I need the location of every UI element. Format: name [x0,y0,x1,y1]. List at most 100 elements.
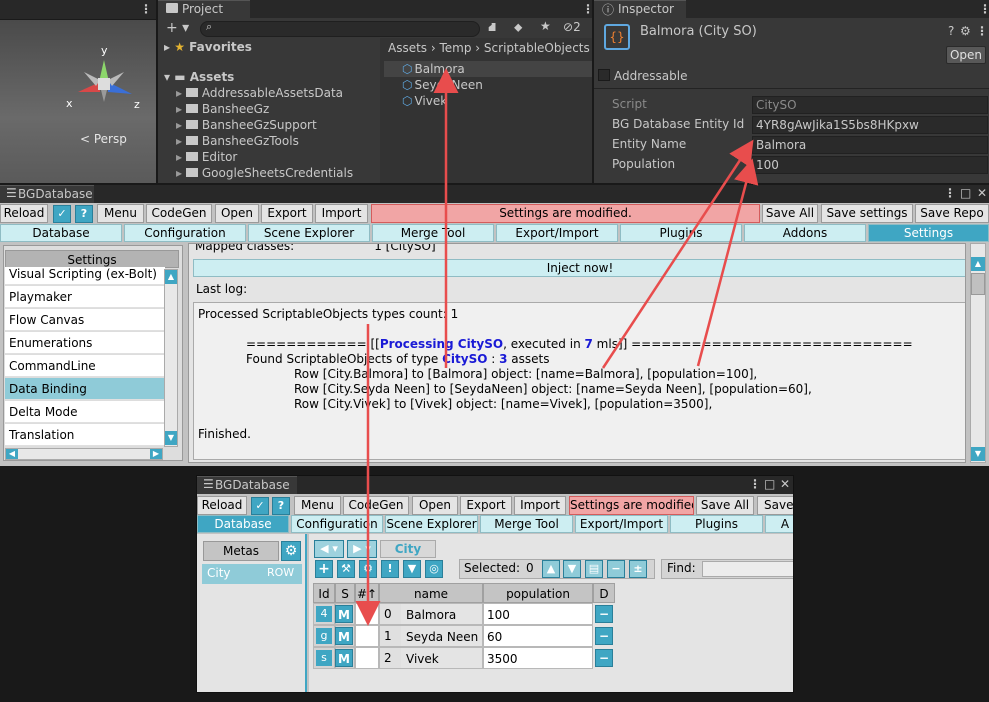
save-all-button[interactable]: Save All [762,204,818,223]
import-button[interactable]: Import [315,204,368,223]
delete-row-icon[interactable]: − [595,649,613,667]
expand-arrow-icon[interactable]: ▸ [176,102,186,116]
project-add-button[interactable]: + ▾ [166,20,189,36]
find-input[interactable] [702,561,793,577]
persp-label[interactable]: < Persp [80,132,127,146]
expand-arrow-icon[interactable]: ▸ [176,134,186,148]
export-button[interactable]: Export [460,496,512,515]
save-settings-button[interactable]: Save settings [821,204,913,223]
folder-item[interactable]: ▸ BansheeGzTools [176,134,299,148]
project-menu-icon[interactable]: ⋮ [582,2,594,16]
cog-icon[interactable]: ⚙ [359,560,377,578]
tab-plugins[interactable]: Plugins [670,515,763,533]
filter-type-icon[interactable]: ⛘ [488,20,496,36]
column-header[interactable]: name [379,583,483,603]
breadcrumb-temp[interactable]: Temp [440,41,472,55]
expand-arrow-icon[interactable]: ▸ [176,166,186,180]
move-up-icon[interactable]: ▲ [542,560,560,578]
row-s-cell[interactable] [355,625,379,647]
file-item[interactable]: ⬡ Vivek [402,94,447,108]
open-button[interactable]: Open [412,496,458,515]
breadcrumb-scriptableobjects[interactable]: ScriptableObjects [484,41,590,55]
import-button[interactable]: Import [514,496,566,515]
project-title[interactable]: Project [182,2,223,16]
help-icon[interactable]: ? [75,205,93,223]
metas-button[interactable]: Metas [203,541,279,561]
menu-button[interactable]: Menu [294,496,341,515]
plus-minus-icon[interactable]: ± [629,560,647,578]
target-icon[interactable]: ◎ [425,560,443,578]
save-button[interactable]: Save [757,496,793,515]
hidden-eye-icon[interactable]: ⊘2 [563,20,581,34]
tab-database[interactable]: Database [0,224,122,242]
close-icon[interactable]: ✕ [780,477,790,491]
more-icon[interactable]: ⋮ [976,24,988,38]
settings-icon[interactable]: ⚙ [960,24,971,38]
close-icon[interactable]: ✕ [977,186,987,200]
tab-addons[interactable]: Addons [744,224,866,242]
scroll-up-icon[interactable]: ▲ [165,270,177,284]
exclamation-icon[interactable]: ! [381,560,399,578]
project-search-input[interactable] [200,21,480,37]
codegen-button[interactable]: CodeGen [343,496,409,515]
row-name[interactable]: Seyda Neen [379,625,483,647]
addressable-checkbox[interactable] [598,69,610,81]
file-item[interactable]: ⬡ SeydaNeen [402,78,483,92]
folder-item[interactable]: ▸ BansheeGzSupport [176,118,317,132]
maximize-icon[interactable]: □ [764,477,775,491]
folder-item[interactable]: ▸ GoogleSheetsCredentials [176,166,353,180]
settings-list-vscrollbar[interactable] [164,269,178,447]
open-button[interactable]: Open [946,46,986,64]
tab-configuration[interactable]: Configuration [124,224,246,242]
move-down-icon[interactable]: ▼ [563,560,581,578]
expand-arrow-icon[interactable]: ▸ [176,150,186,164]
tab-database[interactable]: Database [197,515,289,533]
inspector-field-value[interactable]: 100 [752,156,988,174]
inspector-field-value[interactable]: Balmora [752,136,988,154]
copy-icon[interactable]: ▤ [585,560,603,578]
scroll-down-icon[interactable]: ▼ [971,447,985,461]
row-name[interactable]: Vivek [379,647,483,669]
favorites-item[interactable]: ▸ ★ Favorites [164,40,252,54]
breadcrumb-assets[interactable]: Assets [388,41,427,55]
settings-item[interactable]: Flow Canvas [5,309,165,331]
settings-item[interactable]: Delta Mode [5,401,165,423]
tab-merge-tool[interactable]: Merge Tool [480,515,573,533]
check-icon[interactable]: ✓ [251,497,269,515]
reload-button[interactable]: Reload [197,496,247,515]
row-m-button[interactable]: M [335,605,353,623]
settings-item[interactable]: Playmaker [5,286,165,308]
scroll-right-icon[interactable]: ▶ [150,449,162,459]
column-header[interactable]: Id [313,583,335,603]
export-button[interactable]: Export [261,204,313,223]
hammer-icon[interactable]: ⚒ [337,560,355,578]
row-id-badge[interactable]: 4 [316,606,332,622]
inspector-field-value[interactable]: 4YR8gAwJika1S5bs8HKpxw [752,116,988,134]
tab-a[interactable]: A [765,515,793,533]
check-icon[interactable]: ✓ [53,205,71,223]
column-header[interactable]: D [593,583,615,603]
folder-item[interactable]: ▸ Editor [176,150,237,164]
file-item[interactable]: ⬡ Balmora [402,62,465,76]
tab-scene-explorer[interactable]: Scene Explorer [248,224,370,242]
expand-arrow-icon[interactable]: ▸ [176,86,186,100]
filter-icon[interactable]: ▼ [403,560,421,578]
window-title[interactable]: BGDatabase [215,478,290,492]
row-id-badge[interactable]: g [316,628,332,644]
column-header[interactable]: S [335,583,355,603]
inspector-menu-icon[interactable]: ⋮ [979,2,989,16]
expand-arrow-icon[interactable]: ▸ [176,118,186,132]
column-header[interactable]: #↑ [355,583,379,603]
remove-icon[interactable]: − [607,560,625,578]
folder-item[interactable]: ▸ BansheeGz [176,102,269,116]
save-all-button[interactable]: Save All [696,496,754,515]
help-icon[interactable]: ? [948,24,954,38]
row-m-button[interactable]: M [335,627,353,645]
row-id-badge[interactable]: s [316,650,332,666]
assets-item[interactable]: ▾ ▬ Assets [164,70,234,84]
tab-scene-explorer[interactable]: Scene Explorer [385,515,478,533]
add-row-icon[interactable]: + [315,560,333,578]
settings-item[interactable]: Translation [5,424,165,446]
maximize-icon[interactable]: □ [960,186,971,200]
save-repo-button[interactable]: Save Repo [915,204,989,223]
